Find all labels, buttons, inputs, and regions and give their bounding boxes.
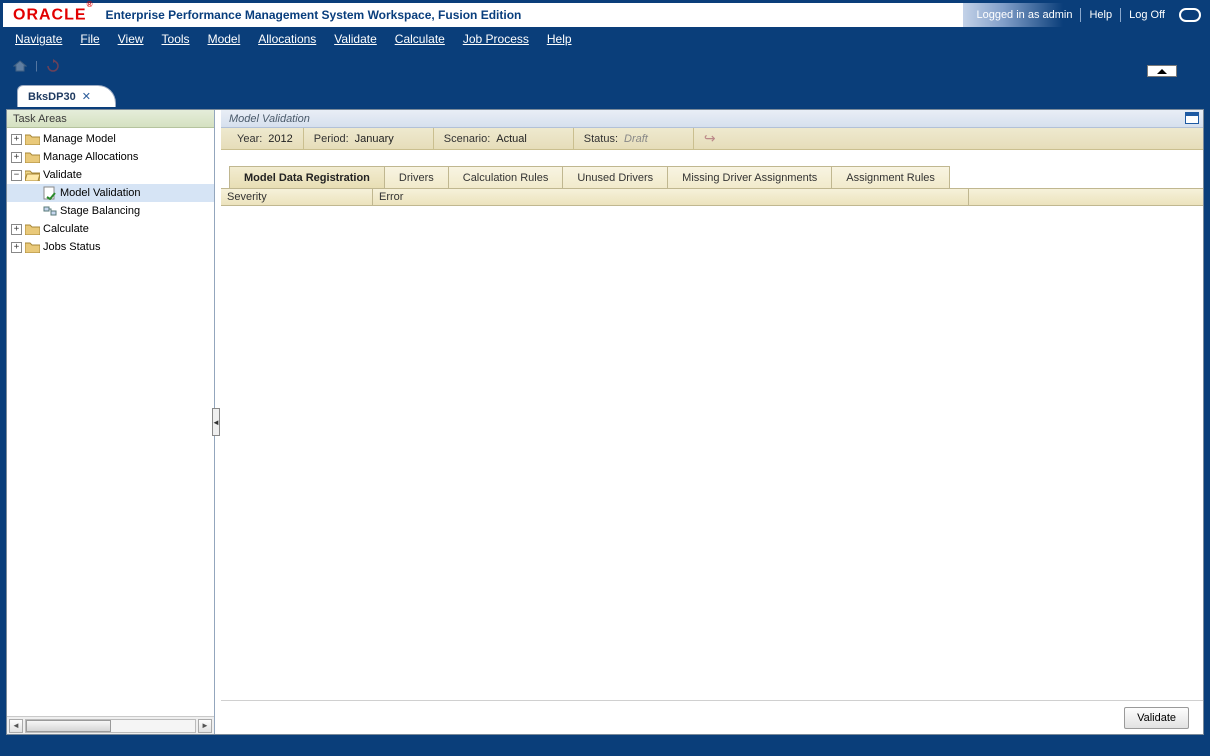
check-sheet-icon <box>43 186 57 200</box>
task-tree: + Manage Model + Manage Allocations − Va… <box>7 128 214 716</box>
menu-bar: Navigate File View Tools Model Allocatio… <box>3 27 1207 51</box>
col-error[interactable]: Error <box>373 189 969 205</box>
expander-icon[interactable]: + <box>11 242 22 253</box>
tree-label: Calculate <box>43 223 89 235</box>
refresh-icon[interactable] <box>46 59 60 73</box>
tree-label: Jobs Status <box>43 241 100 253</box>
folder-icon <box>25 223 40 235</box>
validate-button[interactable]: Validate <box>1124 707 1189 729</box>
document-tab-label: BksDP30 <box>28 91 76 103</box>
pov-scenario[interactable]: Scenario: Actual <box>434 128 574 149</box>
tab-model-data-registration[interactable]: Model Data Registration <box>229 166 385 188</box>
folder-open-icon <box>25 169 40 181</box>
home-icon[interactable] <box>13 60 27 72</box>
expander-icon[interactable]: + <box>11 134 22 145</box>
content-panel: Model Validation Year: 2012 Period: Janu… <box>221 110 1203 734</box>
sidebar: Task Areas + Manage Model + Manage Alloc… <box>7 110 215 734</box>
col-spacer <box>969 189 1203 205</box>
tree-label: Validate <box>43 169 82 181</box>
pov-status-label: Status: <box>584 133 618 145</box>
tree-item-validate[interactable]: − Validate <box>7 166 214 184</box>
folder-icon <box>25 151 40 163</box>
tabstrip: Model Data Registration Drivers Calculat… <box>221 164 1203 188</box>
splitter-grip-icon[interactable]: ◄ <box>212 408 220 436</box>
pov-year-value: 2012 <box>268 133 292 145</box>
menu-calculate[interactable]: Calculate <box>395 32 445 46</box>
menu-model[interactable]: Model <box>208 32 241 46</box>
tree-label: Manage Allocations <box>43 151 138 163</box>
scroll-right-icon[interactable]: ► <box>198 719 212 733</box>
pov-status[interactable]: Status: Draft <box>574 128 694 149</box>
folder-icon <box>25 133 40 145</box>
collapse-icon[interactable]: − <box>11 170 22 181</box>
tab-unused-drivers[interactable]: Unused Drivers <box>562 166 668 188</box>
logoff-link[interactable]: Log Off <box>1120 8 1173 22</box>
tree-item-calculate[interactable]: + Calculate <box>7 220 214 238</box>
expander-icon[interactable]: + <box>11 152 22 163</box>
go-arrow-icon[interactable]: ↪ <box>694 130 718 147</box>
close-icon[interactable]: ✕ <box>82 90 91 103</box>
pov-scenario-value: Actual <box>496 133 527 145</box>
tab-missing-driver-assignments[interactable]: Missing Driver Assignments <box>667 166 832 188</box>
scroll-thumb[interactable] <box>26 720 111 732</box>
menu-navigate[interactable]: Navigate <box>15 32 62 46</box>
expander-blank <box>29 188 40 199</box>
menu-tools[interactable]: Tools <box>162 32 190 46</box>
sidebar-scrollbar[interactable]: ◄ ► <box>7 716 214 734</box>
document-tab-strip: BksDP30 ✕ <box>3 81 1207 106</box>
menu-validate[interactable]: Validate <box>334 32 377 46</box>
col-severity[interactable]: Severity <box>221 189 373 205</box>
app-title: Enterprise Performance Management System… <box>105 8 521 22</box>
pov-year-label: Year: <box>237 133 262 145</box>
pov-scenario-label: Scenario: <box>444 133 490 145</box>
scroll-track[interactable] <box>25 719 196 733</box>
pov-period-value: January <box>355 133 394 145</box>
menu-help[interactable]: Help <box>547 32 572 46</box>
window-bottom-strip <box>6 738 1204 750</box>
tab-calculation-rules[interactable]: Calculation Rules <box>448 166 564 188</box>
scroll-left-icon[interactable]: ◄ <box>9 719 23 733</box>
title-bar: ORACLE® Enterprise Performance Managemen… <box>3 3 1207 27</box>
tree-label: Model Validation <box>60 187 141 199</box>
menu-view[interactable]: View <box>118 32 144 46</box>
toolbar: | <box>3 51 1207 81</box>
folder-icon <box>25 241 40 253</box>
tree-label: Manage Model <box>43 133 116 145</box>
expander-icon[interactable]: + <box>11 224 22 235</box>
pov-period[interactable]: Period: January <box>304 128 434 149</box>
tree-item-stage-balancing[interactable]: Stage Balancing <box>7 202 214 220</box>
collapse-up-icon[interactable] <box>1147 65 1177 77</box>
panel-title-bar: Model Validation <box>221 110 1203 128</box>
grid-header: Severity Error <box>221 188 1203 206</box>
panel-title: Model Validation <box>229 113 310 125</box>
footer-bar: Validate <box>221 700 1203 734</box>
menu-jobprocess[interactable]: Job Process <box>463 32 529 46</box>
tab-drivers[interactable]: Drivers <box>384 166 449 188</box>
pov-year[interactable]: Year: 2012 <box>227 128 304 149</box>
tree-item-manage-model[interactable]: + Manage Model <box>7 130 214 148</box>
tree-item-model-validation[interactable]: Model Validation <box>7 184 214 202</box>
toolbar-separator: | <box>35 60 38 72</box>
workarea: Task Areas + Manage Model + Manage Alloc… <box>6 109 1204 735</box>
pov-status-value: Draft <box>624 133 648 145</box>
menu-allocations[interactable]: Allocations <box>258 32 316 46</box>
stage-icon <box>43 204 57 218</box>
expander-blank <box>29 206 40 217</box>
oracle-logo: ORACLE® <box>13 6 93 24</box>
document-tab[interactable]: BksDP30 ✕ <box>17 85 116 107</box>
tree-item-manage-allocations[interactable]: + Manage Allocations <box>7 148 214 166</box>
tab-assignment-rules[interactable]: Assignment Rules <box>831 166 950 188</box>
help-link[interactable]: Help <box>1080 8 1120 22</box>
tree-item-jobs-status[interactable]: + Jobs Status <box>7 238 214 256</box>
titlebar-right: Logged in as admin Help Log Off <box>968 3 1201 27</box>
brand-swoosh-icon <box>1179 8 1201 22</box>
maximize-icon[interactable] <box>1185 112 1199 124</box>
pov-bar: Year: 2012 Period: January Scenario: Act… <box>221 128 1203 150</box>
sidebar-title: Task Areas <box>7 110 214 128</box>
pov-period-label: Period: <box>314 133 349 145</box>
menu-file[interactable]: File <box>80 32 99 46</box>
logged-in-link[interactable]: Logged in as admin <box>968 8 1080 22</box>
tree-label: Stage Balancing <box>60 205 140 217</box>
grid-body <box>221 206 1203 700</box>
